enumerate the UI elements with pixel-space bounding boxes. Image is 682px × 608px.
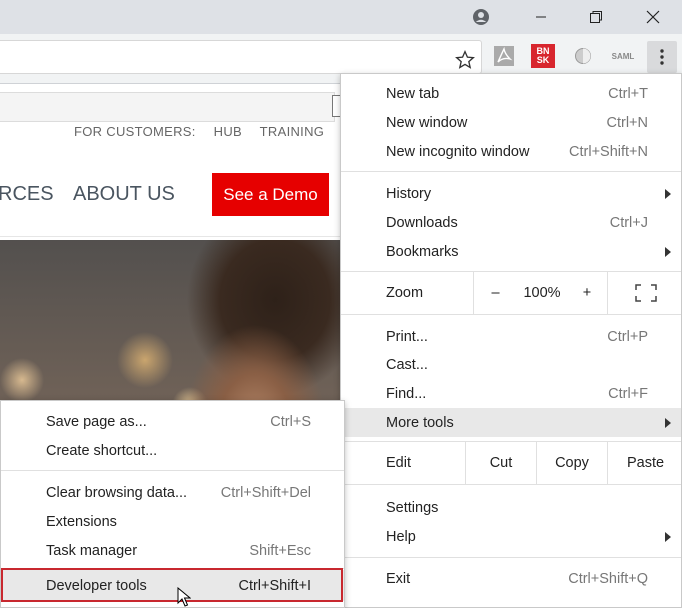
menu-item-label: Bookmarks [386,243,459,260]
profile-icon[interactable] [472,8,490,26]
submenu-item-task-manager[interactable]: Task manager Shift+Esc [1,536,344,565]
kebab-icon [660,49,664,65]
menu-item-label: New incognito window [386,143,530,160]
submenu-arrow-icon [665,417,671,428]
menu-divider [341,314,681,315]
menu-item-label: Save page as... [46,413,147,430]
paste-button[interactable]: Paste [607,442,682,484]
menu-item-label: Task manager [46,542,138,559]
menu-item-bookmarks[interactable]: Bookmarks [341,237,681,266]
menu-item-settings[interactable]: Settings [341,493,681,522]
menu-item-label: Find... [386,385,427,402]
title-bar [0,0,682,34]
zoom-row: Zoom – 100% + [341,272,681,314]
submenu-arrow-icon [665,246,671,257]
menu-item-label: Print... [386,328,428,345]
developer-tools-highlight-box [1,568,343,602]
nav-training-link[interactable]: TRAINING [260,124,325,139]
restore-button[interactable] [573,0,619,34]
menu-item-history[interactable]: History [341,179,681,208]
menu-item-more-tools[interactable]: More tools [341,408,681,437]
more-tools-submenu: Save page as... Ctrl+S Create shortcut..… [0,400,345,608]
mouse-cursor-icon [177,586,192,608]
menu-item-label: Create shortcut... [46,442,158,459]
submenu-arrow-icon [665,188,671,199]
menu-shortcut: Ctrl+N [606,114,649,131]
menu-item-label: Help [386,528,416,545]
menu-item-label: New tab [386,85,440,102]
menu-divider [341,171,681,172]
fullscreen-icon [634,284,657,302]
menu-item-label: Clear browsing data... [46,484,188,501]
page-search-bar[interactable] [0,92,335,122]
saml-extension-icon[interactable]: SAML [609,44,637,68]
acrobat-extension-icon[interactable] [492,44,516,68]
menu-item-new-window[interactable]: New window Ctrl+N [341,108,681,137]
menu-item-label: More tools [386,414,454,431]
chrome-main-menu: New tab Ctrl+T New window Ctrl+N New inc… [340,73,682,608]
cut-button[interactable]: Cut [465,442,536,484]
menu-item-label: Cast... [386,356,428,373]
menu-item-new-incognito-window[interactable]: New incognito window Ctrl+Shift+N [341,137,681,166]
menu-shortcut: Ctrl+P [607,328,648,345]
menu-item-label: History [386,185,432,202]
menu-shortcut: Ctrl+F [608,385,648,402]
zoom-level: 100% [523,285,561,301]
submenu-arrow-icon [665,531,671,542]
menu-divider [1,470,344,471]
menu-item-exit[interactable]: Exit Ctrl+Shift+Q [341,564,681,593]
menu-item-label: Extensions [46,513,117,530]
menu-item-help[interactable]: Help [341,522,681,551]
menu-item-print[interactable]: Print... Ctrl+P [341,322,681,351]
menu-item-find[interactable]: Find... Ctrl+F [341,379,681,408]
submenu-item-save-page[interactable]: Save page as... Ctrl+S [1,407,344,436]
see-demo-button[interactable]: See a Demo [212,173,329,216]
nav-about-link[interactable]: ABOUT US [73,183,175,206]
menu-shortcut: Ctrl+Shift+Del [220,484,311,501]
zoom-out-button[interactable]: – [473,272,517,314]
edit-label: Edit [386,455,411,471]
menu-divider [341,557,681,558]
menu-item-cast[interactable]: Cast... [341,350,681,379]
minimize-button[interactable] [518,0,564,34]
fullscreen-button[interactable] [607,272,682,314]
submenu-item-create-shortcut[interactable]: Create shortcut... [1,436,344,465]
menu-item-label: Settings [386,499,439,516]
menu-divider [341,484,681,485]
customers-nav: FOR CUSTOMERS: HUB TRAINING S [74,124,365,139]
menu-item-new-tab[interactable]: New tab Ctrl+T [341,79,681,108]
nav-resources-link[interactable]: RCES [0,183,54,206]
menu-shortcut: Ctrl+Shift+Q [568,570,648,587]
bnsk-extension-icon[interactable]: BN SK [531,44,555,68]
menu-item-downloads[interactable]: Downloads Ctrl+J [341,208,681,237]
menu-item-label: Downloads [386,214,458,231]
menu-item-label: Exit [386,570,411,587]
zoom-in-button[interactable]: + [567,285,607,301]
copy-button[interactable]: Copy [536,442,607,484]
nav-hub-link[interactable]: HUB [214,124,242,139]
circle-extension-icon[interactable] [571,44,595,68]
menu-shortcut: Ctrl+J [609,214,648,231]
bookmark-star-icon[interactable] [455,50,475,75]
menu-shortcut: Shift+Esc [249,542,311,559]
chrome-menu-button[interactable] [647,41,677,73]
close-window-button[interactable] [630,0,676,34]
menu-shortcut: Ctrl+Shift+N [569,143,648,160]
address-bar[interactable] [0,40,482,74]
edit-row: Edit Cut Copy Paste [341,442,681,484]
customers-label: FOR CUSTOMERS: [74,124,196,139]
menu-shortcut: Ctrl+S [270,413,311,430]
submenu-item-extensions[interactable]: Extensions [1,507,344,536]
zoom-label: Zoom [386,285,424,301]
menu-shortcut: Ctrl+T [608,85,648,102]
menu-item-label: New window [386,114,468,131]
submenu-item-clear-browsing-data[interactable]: Clear browsing data... Ctrl+Shift+Del [1,478,344,507]
